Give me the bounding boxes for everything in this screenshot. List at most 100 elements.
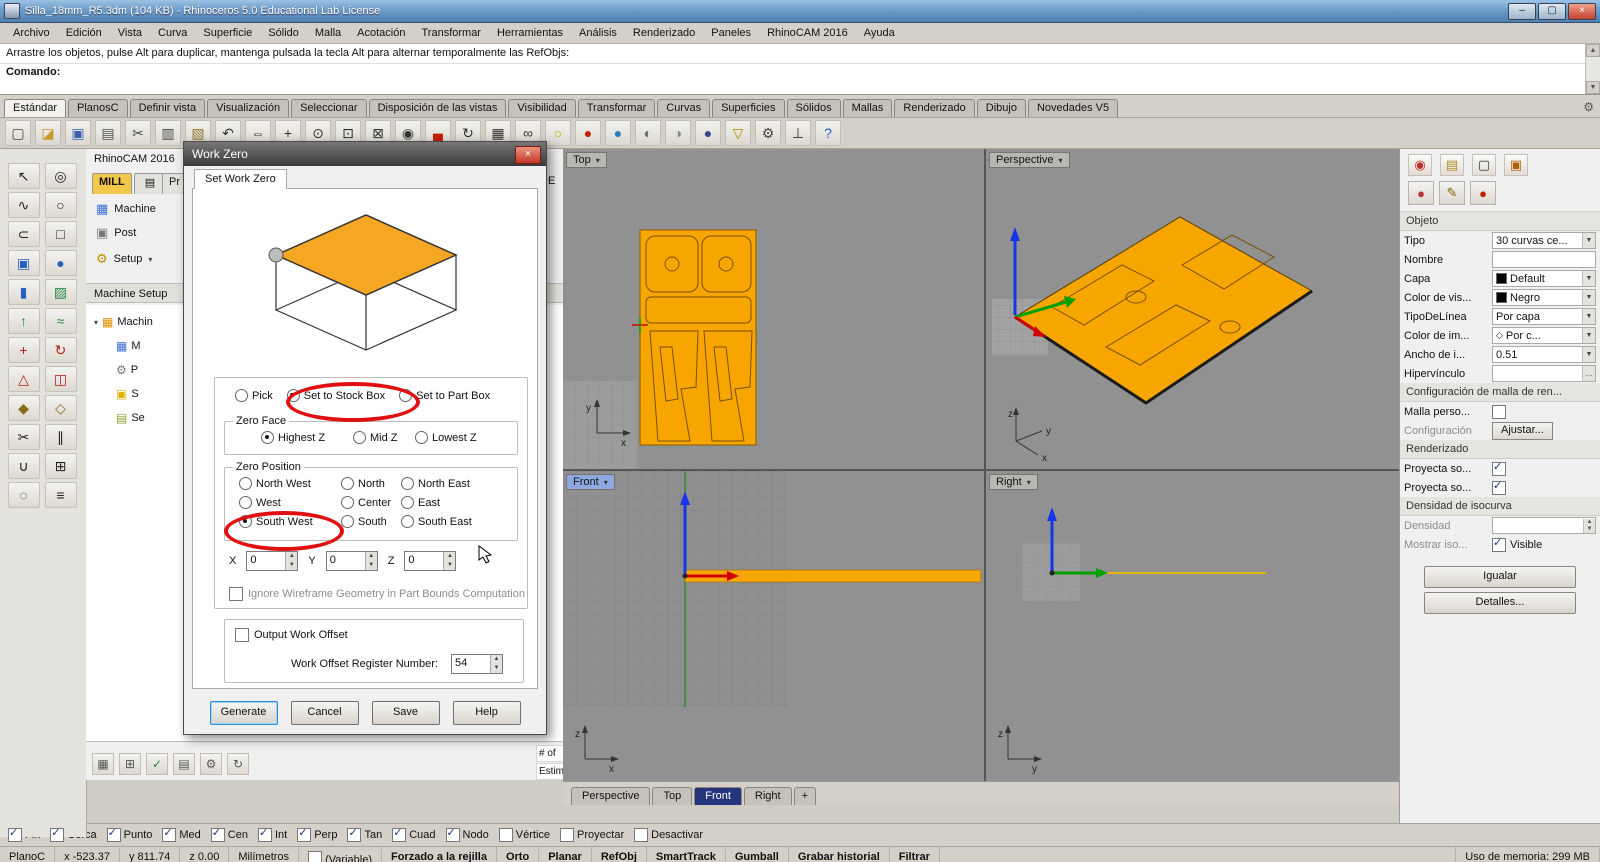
print-width-dropdown[interactable]: 0.51 ▼ xyxy=(1492,346,1596,363)
maximize-button[interactable]: ▢ xyxy=(1538,2,1566,20)
viewport-perspective-label[interactable]: Perspective ▾ xyxy=(989,152,1070,168)
machining-browser-icon[interactable]: ▦ xyxy=(92,753,114,775)
cplane-button[interactable]: PlanoC xyxy=(0,847,56,862)
circle-icon[interactable]: ○ xyxy=(44,192,77,218)
rendered-view-icon[interactable]: ● xyxy=(695,120,721,146)
trim-icon[interactable]: ✂ xyxy=(7,424,40,450)
display-tab-icon[interactable]: ▢ xyxy=(1472,154,1496,176)
viewport-top-label[interactable]: Top ▾ xyxy=(566,152,607,168)
osnap-cen[interactable]: Cen xyxy=(210,826,248,842)
zp-north[interactable]: North xyxy=(341,477,401,490)
ajustar-button[interactable]: Ajustar... xyxy=(1492,421,1553,440)
detalles-button[interactable]: Detalles... xyxy=(1424,592,1576,614)
rhinocam-post-row[interactable]: ▣ Post xyxy=(96,223,136,243)
tab-superficies[interactable]: Superficies xyxy=(712,99,785,117)
tree-expander-icon[interactable]: ▾ xyxy=(94,318,98,327)
pencil-icon[interactable]: ✎ xyxy=(1439,181,1465,205)
vptab-top[interactable]: Top xyxy=(652,787,693,805)
menu-analisis[interactable]: Análisis xyxy=(572,25,624,41)
y-coordinate-spinner[interactable]: 0 ▲ ▼ xyxy=(325,551,378,571)
top-viewport-canvas[interactable]: y x xyxy=(563,149,984,469)
generate-button[interactable]: Generate xyxy=(209,701,278,725)
help-icon[interactable]: ? xyxy=(815,120,841,146)
z-coordinate-spinner[interactable]: 0 ▲ ▼ xyxy=(404,551,457,571)
osnap-checkbox[interactable] xyxy=(50,826,65,842)
tab-disposicion-de-las-vistas[interactable]: Disposición de las vistas xyxy=(368,99,507,117)
zp-south-west[interactable]: South West xyxy=(239,515,341,528)
status-gumball[interactable]: Gumball xyxy=(726,847,789,862)
osnap-desactivar[interactable]: Desactivar xyxy=(634,828,703,842)
tab-novedades-v5[interactable]: Novedades V5 xyxy=(1027,99,1119,117)
stock-sheet-top[interactable] xyxy=(639,229,757,446)
join-icon[interactable]: ∪ xyxy=(7,453,40,479)
register-number-spinner[interactable]: 54 ▲ ▼ xyxy=(451,654,503,674)
copy-icon[interactable]: ▥ xyxy=(155,120,181,146)
vptab-right[interactable]: Right xyxy=(743,787,792,805)
rhinocam-setup-row[interactable]: ⚙ Setup ▾ xyxy=(96,249,152,269)
units-cell[interactable]: Milímetros xyxy=(229,847,300,862)
surface-icon[interactable]: ▨ xyxy=(44,279,77,305)
osnap-med[interactable]: Med xyxy=(162,826,201,842)
vptab-perspective[interactable]: Perspective xyxy=(571,787,651,805)
mode-set-to-part-box[interactable]: Set to Part Box xyxy=(399,389,490,402)
status-grabar-historial[interactable]: Grabar historial xyxy=(789,847,890,862)
osnap-punto[interactable]: Punto xyxy=(106,826,152,842)
tab-estandar[interactable]: Estándar xyxy=(4,99,67,117)
osnap-checkbox[interactable] xyxy=(347,826,362,842)
menu-edicion[interactable]: Edición xyxy=(59,25,109,41)
viewport-front[interactable]: Front ▾ z x xyxy=(563,471,984,781)
simulate-icon[interactable]: ✓ xyxy=(146,753,168,775)
light-icon[interactable]: ○ xyxy=(545,120,571,146)
osnap-checkbox[interactable] xyxy=(392,826,407,842)
ghosted-view-icon[interactable]: ◑ xyxy=(665,120,691,146)
osnap-perp[interactable]: Perp xyxy=(297,826,337,842)
options-gear-icon[interactable]: ⚙ xyxy=(755,120,781,146)
dialog-close-button[interactable]: × xyxy=(515,146,541,164)
cancel-button[interactable]: Cancel xyxy=(290,701,359,725)
save-icon[interactable]: ▣ xyxy=(65,120,91,146)
osnap-checkbox[interactable] xyxy=(162,826,177,842)
tab-solidos[interactable]: Sólidos xyxy=(786,99,841,117)
recibe-sombras-checkbox[interactable] xyxy=(1492,479,1506,495)
zp-south-east[interactable]: South East xyxy=(401,515,517,528)
zp-south[interactable]: South xyxy=(341,515,401,528)
densidad-spinner[interactable]: ▲ ▼ xyxy=(1583,518,1595,533)
zp-center[interactable]: Center xyxy=(341,496,401,509)
menu-malla[interactable]: Malla xyxy=(308,25,348,41)
mode-set-to-stock-box[interactable]: Set to Stock Box xyxy=(286,389,385,402)
osnap-nodo[interactable]: Nodo xyxy=(445,826,489,842)
osnap-checkbox[interactable] xyxy=(297,826,312,842)
output-work-offset-row[interactable]: Output Work Offset xyxy=(235,628,348,642)
tab-seleccionar[interactable]: Seleccionar xyxy=(291,99,367,117)
zf-lowest-z[interactable]: Lowest Z xyxy=(415,431,477,444)
scroll-up-icon[interactable]: ▲ xyxy=(1586,44,1600,57)
menu-solido[interactable]: Sólido xyxy=(261,25,306,41)
perspective-viewport-canvas[interactable]: z y x xyxy=(986,149,1399,469)
loft-icon[interactable]: ≈ xyxy=(44,308,77,334)
osnap-tan[interactable]: Tan xyxy=(347,826,382,842)
tab-planosc[interactable]: PlanosC xyxy=(68,99,128,117)
split-icon[interactable]: ∥ xyxy=(44,424,77,450)
polyline-icon[interactable]: ∿ xyxy=(7,192,40,218)
command-prompt[interactable]: Comando: xyxy=(0,64,1600,98)
osnap-checkbox[interactable] xyxy=(257,826,272,842)
filter-icon[interactable]: ▽ xyxy=(725,120,751,146)
capa-dropdown[interactable]: Default ▼ xyxy=(1492,270,1596,287)
osnap-checkbox[interactable] xyxy=(106,826,121,842)
tab-visibilidad[interactable]: Visibilidad xyxy=(508,99,576,117)
tab-visualizacion[interactable]: Visualización xyxy=(207,99,290,117)
chevron-down-icon[interactable]: ▼ xyxy=(1582,233,1595,248)
status-forzado-rejilla[interactable]: Forzado a la rejilla xyxy=(382,847,497,862)
osnap-int[interactable]: Int xyxy=(257,826,287,842)
new-document-icon[interactable]: ▢ xyxy=(5,120,31,146)
nombre-input[interactable] xyxy=(1492,251,1596,268)
sphere-icon[interactable]: ● xyxy=(44,250,77,276)
vptab-front[interactable]: Front xyxy=(694,787,742,805)
status-refobj[interactable]: RefObj xyxy=(592,847,647,862)
viewport-top[interactable]: Top ▾ y x xyxy=(563,149,984,469)
material-ball-icon[interactable]: ● xyxy=(1470,181,1496,205)
render-sphere-icon[interactable]: ● xyxy=(575,120,601,146)
cplane-icon[interactable]: ⊥ xyxy=(785,120,811,146)
tab-dibujo[interactable]: Dibujo xyxy=(976,99,1026,117)
zp-east[interactable]: East xyxy=(401,496,517,509)
